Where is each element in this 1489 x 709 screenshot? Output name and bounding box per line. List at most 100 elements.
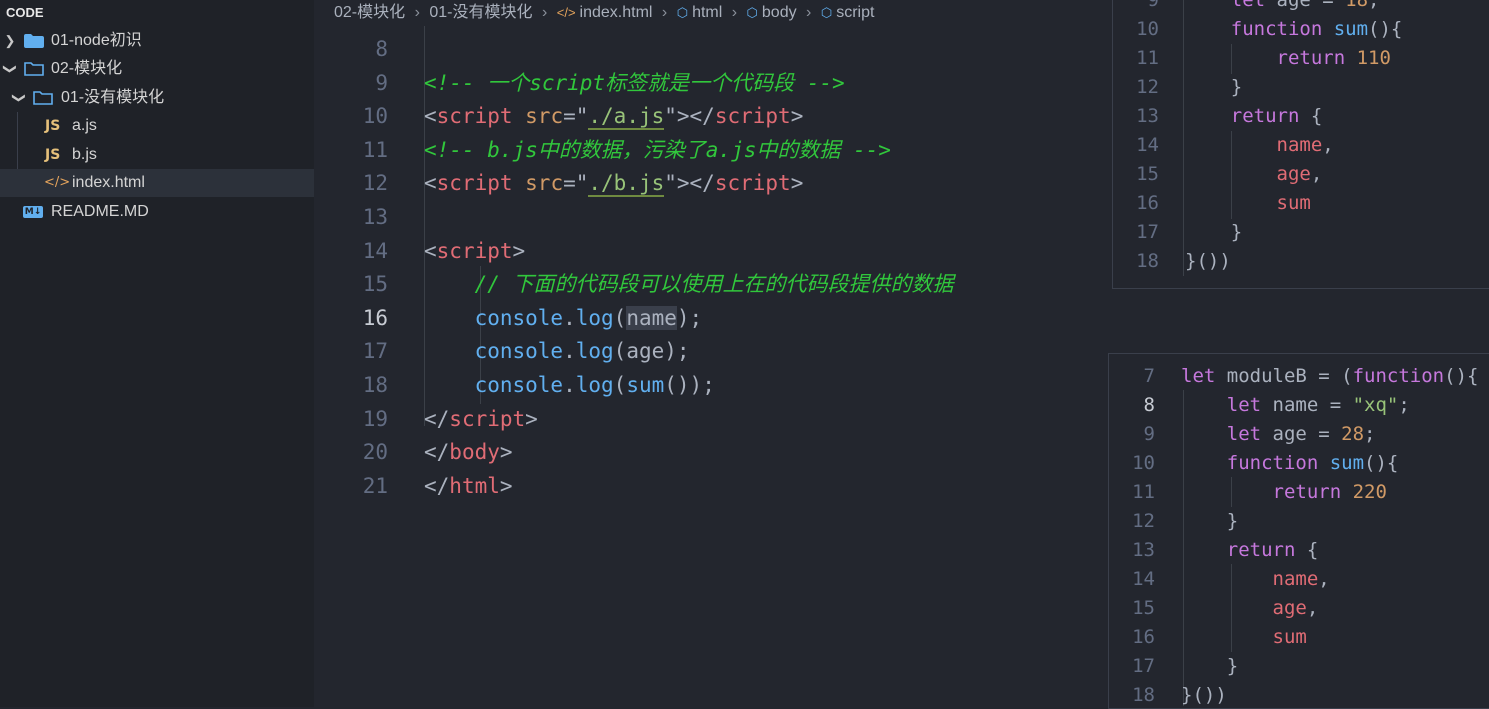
code-token: sum (1185, 192, 1311, 214)
peek-panel-a-js[interactable]: 9 let age = 18; 10 function sum(){11 retu… (1112, 0, 1489, 289)
line-number: 8 (1143, 394, 1155, 416)
breadcrumb-item[interactable]: 02-模块化 (334, 0, 405, 26)
tree-item-index-html[interactable]: </> index.html (0, 169, 314, 197)
line-code: function sum(){ (1181, 449, 1399, 478)
code-line[interactable]: 12 } (1113, 73, 1489, 102)
code-line[interactable]: 13 return { (1109, 536, 1489, 565)
code-token: { (1299, 105, 1323, 127)
tree-item-b-js[interactable]: JS b.js (0, 141, 314, 169)
code-token: </ (424, 406, 450, 431)
code-line[interactable]: 10 function sum(){ (1109, 449, 1489, 478)
code-token: }()) (1181, 684, 1227, 706)
peek-panel-b-js[interactable]: 7 let moduleB = (function(){8 let name = … (1108, 353, 1489, 709)
code-line[interactable]: 11 return 220 (1109, 478, 1489, 507)
code-token: script (714, 171, 791, 196)
code-line[interactable]: 16 sum (1109, 623, 1489, 652)
tree-item-modules-folder[interactable]: ❯ 02-模块化 (0, 55, 314, 83)
code-token: log (575, 373, 614, 397)
line-code: <script src="./a.js"></script> (424, 99, 803, 133)
line-number: 9 (375, 70, 388, 95)
code-token: let (1181, 394, 1262, 416)
code-token: return (1185, 105, 1300, 127)
tree-item-node-folder[interactable]: ❯ 01-node初识 (0, 27, 314, 55)
code-token: let (1181, 423, 1262, 445)
code-token: </ (424, 473, 450, 498)
line-code: return 220 (1181, 478, 1387, 507)
line-code: </html> (424, 469, 513, 503)
code-token: < (424, 238, 437, 263)
tree-item-readme[interactable]: M↓ README.MD (0, 198, 314, 226)
line-number: 10 (1132, 452, 1155, 474)
code-line[interactable]: 17 } (1109, 652, 1489, 681)
code-token: } (1181, 655, 1239, 677)
tree-item-a-js[interactable]: JS a.js (0, 112, 314, 140)
html-file-icon: </> (44, 175, 71, 190)
code-line[interactable]: 18}()) (1113, 247, 1489, 276)
code-line[interactable]: 14 name, (1113, 131, 1489, 160)
code-token: ); (664, 339, 690, 364)
breadcrumb-item[interactable]: html (692, 0, 722, 26)
breadcrumb-item[interactable]: script (836, 0, 874, 26)
chevron-down-icon: ❯ (3, 63, 18, 75)
line-code: // 下面的代码段可以使用上在的代码段提供的数据 (424, 267, 954, 301)
code-token: 18 (1345, 0, 1369, 11)
line-code: } (1181, 652, 1238, 681)
cube-icon: ⬡ (676, 5, 689, 20)
code-line[interactable]: 15 age, (1109, 594, 1489, 623)
line-number: 21 (362, 473, 388, 498)
chevron-down-icon: ❯ (12, 92, 27, 104)
code-token: age = (1265, 0, 1346, 11)
line-number: 11 (1136, 47, 1159, 69)
code-line[interactable]: 8 let name = "xq"; (1109, 391, 1489, 420)
code-token: <!-- b.js中的数据，污染了a.js中的数据 --> (424, 137, 891, 162)
code-token: return (1181, 481, 1342, 503)
code-token: sum (626, 373, 665, 397)
tree-item-no-modules-folder[interactable]: ❯ 01-没有模块化 (0, 84, 314, 112)
breadcrumb-item[interactable]: 01-没有模块化 (429, 0, 532, 26)
code-token: age (626, 339, 665, 364)
line-number: 9 (1143, 423, 1155, 445)
code-token: sum (1318, 452, 1365, 474)
chevron-right-icon: › (806, 4, 812, 21)
code-token: > (499, 440, 513, 465)
breadcrumb-item[interactable]: body (762, 0, 797, 26)
code-line[interactable]: 12 } (1109, 507, 1489, 536)
code-line[interactable]: 13 return { (1113, 102, 1489, 131)
code-token: script (436, 238, 513, 263)
code-line[interactable]: 18}()) (1109, 681, 1489, 708)
code-line[interactable]: 17 } (1113, 218, 1489, 247)
tree-item-label: 02-模块化 (51, 60, 123, 77)
code-token: html (449, 473, 500, 498)
line-number: 16 (362, 305, 388, 330)
code-token: src (512, 171, 564, 196)
chevron-right-icon: ❯ (4, 33, 16, 48)
line-number: 16 (1136, 192, 1159, 214)
code-token: ( (613, 305, 627, 330)
line-number: 18 (362, 373, 388, 397)
chevron-right-icon: › (661, 4, 668, 21)
line-code: <!-- b.js中的数据，污染了a.js中的数据 --> (424, 133, 891, 167)
line-number: 15 (1132, 597, 1155, 619)
code-line[interactable]: 16 sum (1113, 189, 1489, 218)
chevron-right-icon: › (541, 4, 548, 21)
code-line[interactable]: 10 function sum(){ (1113, 15, 1489, 44)
code-line[interactable]: 11 return 110 (1113, 44, 1489, 73)
line-number: 15 (1136, 163, 1159, 185)
line-code: return { (1185, 102, 1323, 131)
code-line[interactable]: 9 let age = 28; (1109, 420, 1489, 449)
code-token: script (436, 104, 513, 129)
markdown-file-icon: M↓ (23, 206, 43, 218)
code-line[interactable]: 9 let age = 18; (1113, 0, 1489, 15)
code-token: log (575, 339, 614, 364)
code-token: } (1185, 76, 1243, 98)
code-token: <!-- 一个script标签就是一个代码段 --> (424, 70, 845, 95)
code-token: { (1295, 539, 1319, 561)
folder-open-icon (24, 62, 44, 76)
code-line[interactable]: 14 name, (1109, 565, 1489, 594)
line-number: 12 (1132, 510, 1155, 532)
code-token: sum (1322, 18, 1369, 40)
code-line[interactable]: 15 age, (1113, 160, 1489, 189)
breadcrumb-item[interactable]: index.html (580, 0, 653, 26)
code-line[interactable]: 7 let moduleB = (function(){ (1109, 362, 1489, 391)
line-number: 7 (1143, 365, 1155, 387)
